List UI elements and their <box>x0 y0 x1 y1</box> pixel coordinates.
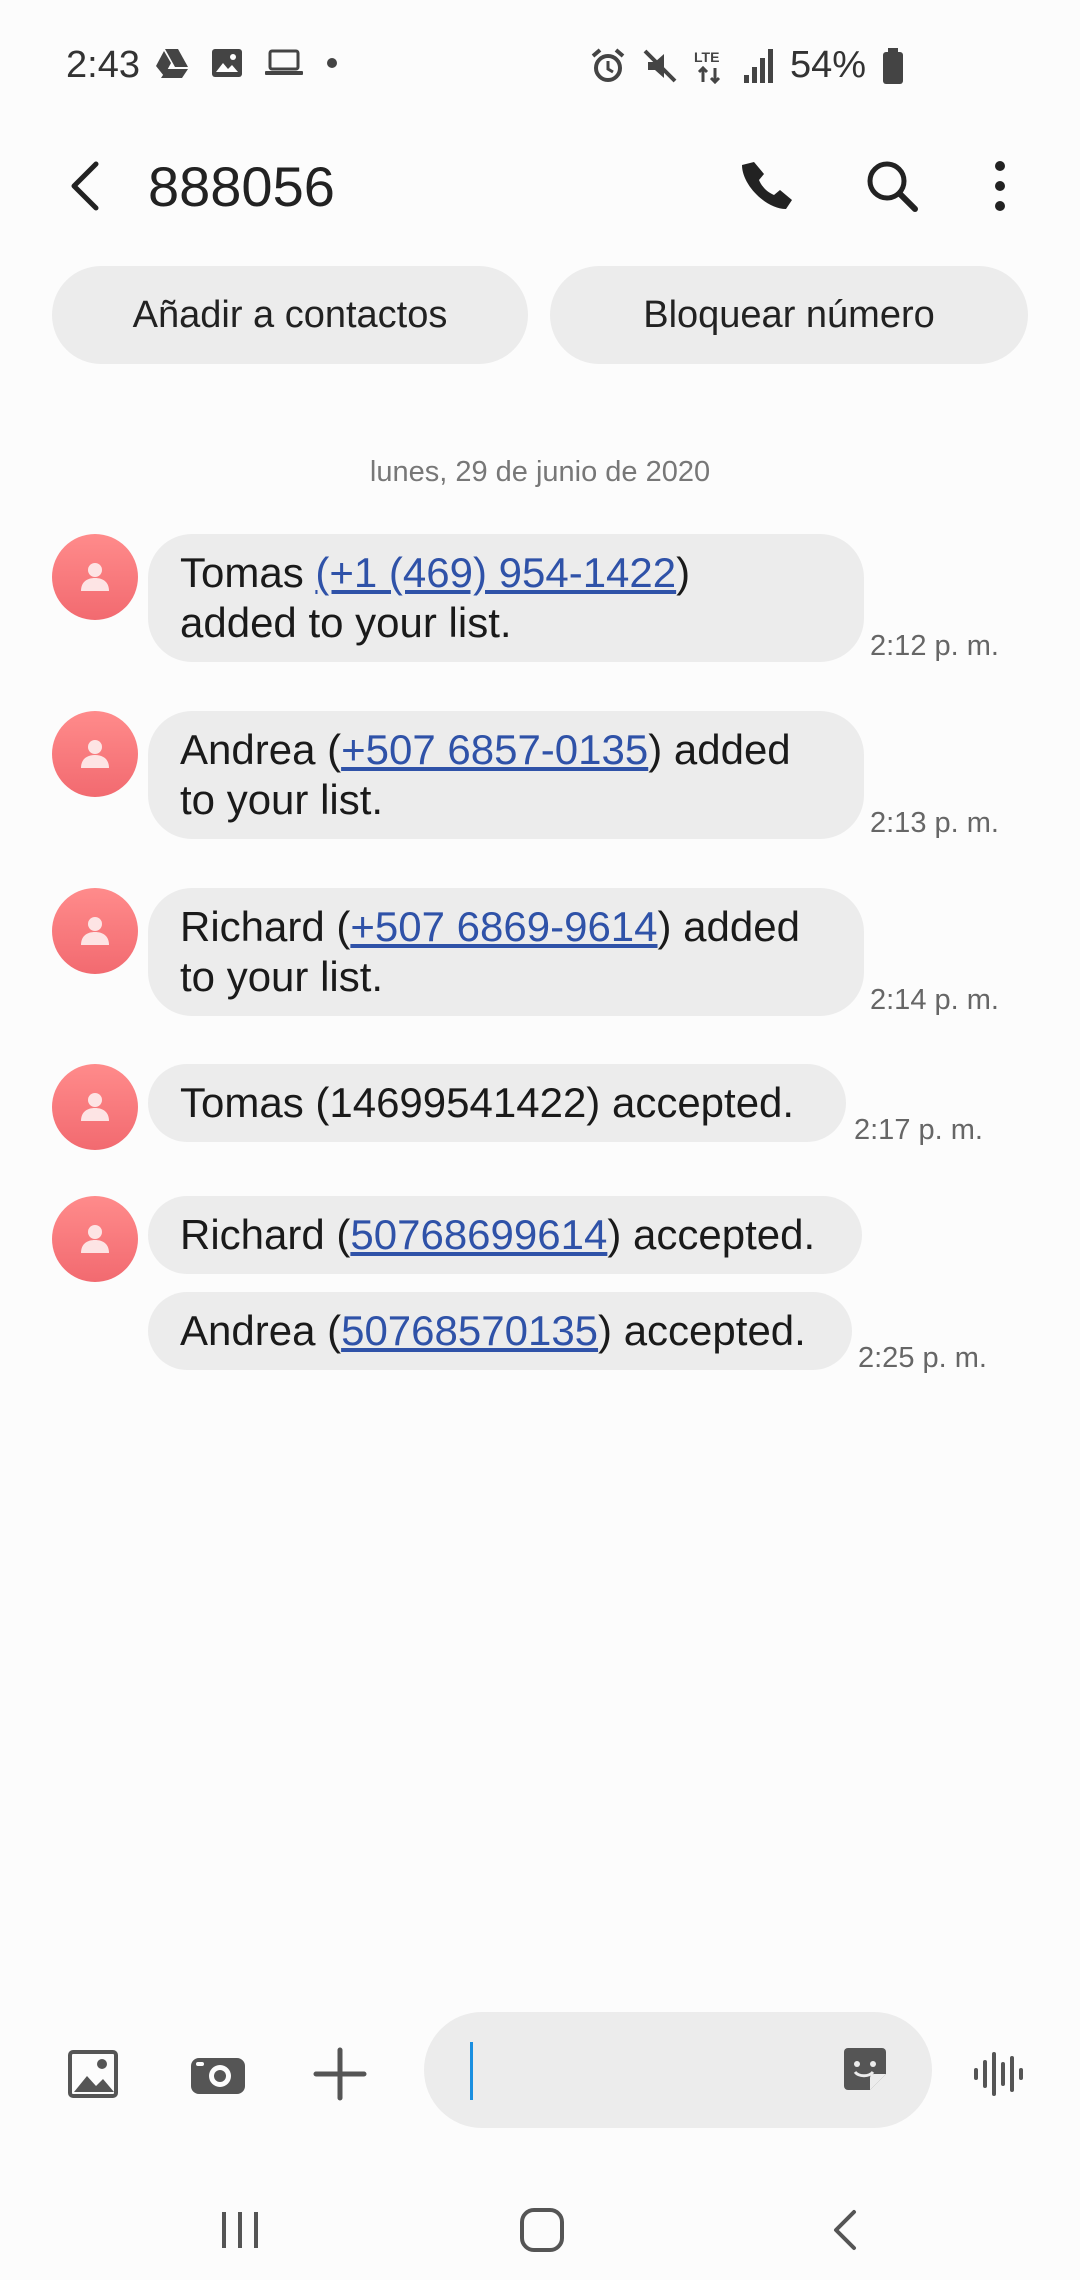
more-vert-icon <box>995 161 1005 211</box>
alarm-icon <box>591 47 625 82</box>
person-icon <box>81 1225 109 1253</box>
search-button[interactable] <box>862 156 922 216</box>
conversation-title: 888056 <box>148 155 335 218</box>
message-text: Andrea ( <box>180 726 342 773</box>
signal-icon <box>743 48 773 83</box>
phone-link[interactable]: +507 6857-0135 <box>341 726 648 773</box>
laptop-icon <box>265 49 303 75</box>
message-time: 2:14 p. m. <box>870 984 999 1016</box>
camera-icon <box>191 2058 245 2094</box>
phone-icon <box>742 162 792 209</box>
more-options-button[interactable] <box>970 156 1030 216</box>
audio-wave-icon <box>974 2052 1023 2096</box>
message-text: ) <box>676 549 691 596</box>
image-icon <box>212 49 242 77</box>
message-time: 2:13 p. m. <box>870 807 999 839</box>
home-icon <box>520 2208 564 2252</box>
status-time: 2:43 <box>66 44 140 86</box>
person-icon <box>81 740 109 768</box>
message-text: ) added <box>648 726 791 773</box>
message-bubble[interactable]: Andrea (+507 6857-0135) added to your li… <box>148 711 864 839</box>
message-text: Andrea ( <box>180 1307 342 1354</box>
message-text: Tomas <box>180 549 316 596</box>
system-navigation-bar <box>0 2170 1080 2280</box>
sticker-icon <box>844 2048 886 2090</box>
message-text: Richard ( <box>180 903 351 950</box>
status-bar: 2:43 LTE 54% <box>0 0 1080 130</box>
message-text: ) added <box>657 903 800 950</box>
date-separator: lunes, 29 de junio de 2020 <box>369 456 711 488</box>
plus-icon <box>313 2047 367 2101</box>
sticker-button[interactable] <box>838 2042 892 2096</box>
message-text: ) accepted. <box>598 1307 806 1354</box>
voice-record-button[interactable] <box>968 2044 1028 2104</box>
camera-button[interactable] <box>188 2044 248 2104</box>
message-bubble[interactable]: Andrea (50768570135) accepted. <box>148 1292 852 1370</box>
message-bubble[interactable]: Richard (50768699614) accepted. <box>148 1196 862 1274</box>
back-icon <box>834 2210 856 2250</box>
message-text: added to your list. <box>180 599 512 646</box>
search-icon <box>867 161 918 212</box>
home-button[interactable] <box>512 2200 572 2260</box>
message-time: 2:12 p. m. <box>870 630 999 662</box>
image-icon <box>68 2050 118 2098</box>
mute-icon <box>643 49 677 82</box>
message-composer <box>0 2012 1080 2132</box>
attach-button[interactable] <box>310 2044 370 2104</box>
call-button[interactable] <box>738 156 798 216</box>
phone-link[interactable]: 50768699614 <box>350 1211 607 1258</box>
add-to-contacts-button[interactable]: Añadir a contactos <box>52 266 528 364</box>
status-right: LTE 54% <box>590 44 904 87</box>
sender-avatar[interactable] <box>52 888 138 974</box>
message-bubble[interactable]: Richard (+507 6869-9614) added to your l… <box>148 888 864 1016</box>
message-text: ) accepted. <box>607 1211 816 1258</box>
message-time: 2:25 p. m. <box>858 1342 987 1374</box>
sender-avatar[interactable] <box>52 1064 138 1150</box>
message-input[interactable] <box>424 2012 932 2128</box>
recent-apps-button[interactable] <box>210 2200 270 2260</box>
phone-link[interactable]: +507 6869-9614 <box>350 903 657 950</box>
nav-back-button[interactable] <box>816 2200 876 2260</box>
person-icon <box>81 917 109 945</box>
sender-avatar[interactable] <box>52 711 138 797</box>
message-time: 2:17 p. m. <box>854 1114 983 1146</box>
message-bubble[interactable]: Tomas (+1 (469) 954-1422) added to your … <box>148 534 864 662</box>
dot-icon <box>327 58 337 68</box>
message-text: to your list. <box>180 953 384 1000</box>
message-text: to your list. <box>180 776 384 823</box>
sender-avatar[interactable] <box>52 1196 138 1282</box>
chevron-left-icon <box>71 161 99 211</box>
message-bubble[interactable]: Tomas (14699541422) accepted. <box>148 1064 846 1142</box>
block-number-button[interactable]: Bloquear número <box>550 266 1028 364</box>
person-icon <box>81 1093 109 1121</box>
message-text: Richard ( <box>180 1211 351 1258</box>
message-text: Tomas (14699541422) accepted. <box>180 1079 795 1126</box>
gallery-button[interactable] <box>64 2044 124 2104</box>
battery-icon <box>883 47 903 84</box>
text-caret <box>470 2042 473 2100</box>
lte-icon: LTE <box>694 49 720 84</box>
battery-text: 54% <box>789 44 866 86</box>
svg-text:LTE: LTE <box>694 49 719 65</box>
status-left-icons <box>155 48 339 78</box>
phone-link[interactable]: (+1 (469) 954-1422 <box>315 549 676 596</box>
back-button[interactable] <box>58 156 118 216</box>
drive-icon <box>156 49 188 78</box>
conversation-header: 888056 <box>0 130 1080 250</box>
phone-link[interactable]: 50768570135 <box>341 1307 598 1354</box>
person-icon <box>81 563 109 591</box>
sender-avatar[interactable] <box>52 534 138 620</box>
recent-apps-icon <box>222 2212 258 2248</box>
